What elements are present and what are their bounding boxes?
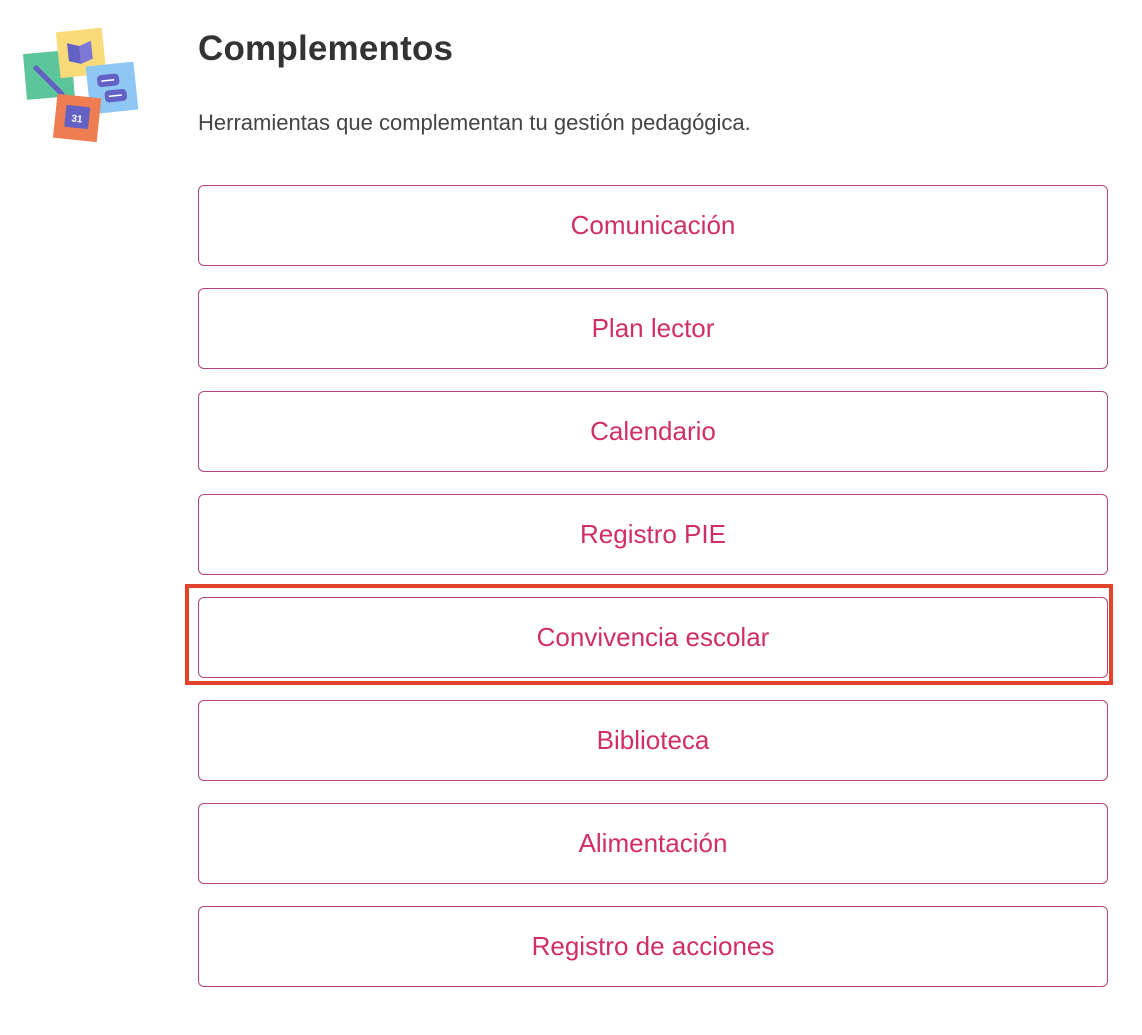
biblioteca-button[interactable]: Biblioteca [198, 700, 1108, 781]
list-item: Plan lector [198, 288, 1108, 369]
page-subtitle: Herramientas que complementan tu gestión… [198, 110, 751, 135]
list-item: Biblioteca [198, 700, 1108, 781]
complementos-logo-icon: 31 [22, 27, 139, 143]
plan-lector-button[interactable]: Plan lector [198, 288, 1108, 369]
complementos-page: 31 Complementos Herramientas que complem… [0, 0, 1142, 1035]
list-item: Convivencia escolar [185, 584, 1113, 685]
list-item: Registro PIE [198, 494, 1108, 575]
page-title: Complementos [198, 29, 454, 68]
calendario-button[interactable]: Calendario [198, 391, 1108, 472]
convivencia-escolar-button[interactable]: Convivencia escolar [198, 597, 1108, 678]
list-item: Comunicación [198, 185, 1108, 266]
registro-pie-button[interactable]: Registro PIE [198, 494, 1108, 575]
complementos-list: Comunicación Plan lector Calendario Regi… [185, 185, 1113, 1009]
list-item: Calendario [198, 391, 1108, 472]
registro-de-acciones-button[interactable]: Registro de acciones [198, 906, 1108, 987]
list-item: Alimentación [198, 803, 1108, 884]
comunicacion-button[interactable]: Comunicación [198, 185, 1108, 266]
svg-text:31: 31 [71, 113, 84, 125]
list-item: Registro de acciones [198, 906, 1108, 987]
alimentacion-button[interactable]: Alimentación [198, 803, 1108, 884]
